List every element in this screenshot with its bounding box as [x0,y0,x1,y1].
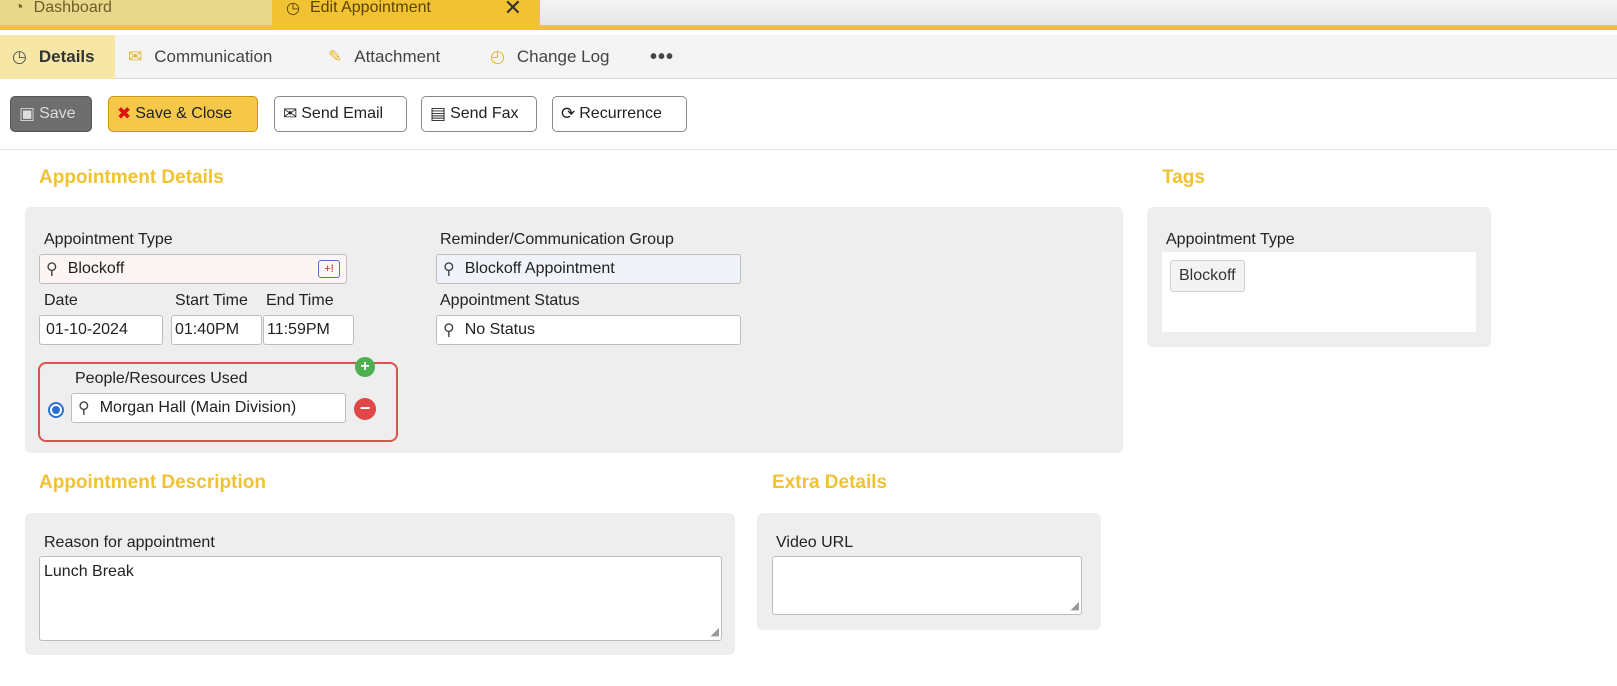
paperclip-icon: ✎ [328,47,343,66]
save-button[interactable]: ▣ Save [10,96,92,132]
appointment-type-field[interactable]: ⚲ Blockoff +! [39,254,347,284]
tab-attachment[interactable]: ✎ Attachment [328,35,440,79]
status-field[interactable]: ⚲ No Status [436,315,741,345]
resource-primary-radio[interactable] [48,402,64,418]
tab-details-label: Details [38,47,95,66]
video-url-label: Video URL [776,534,854,551]
more-tabs-button[interactable]: ••• [650,35,674,79]
resize-grip-icon[interactable]: ◢ [1071,599,1079,612]
end-time-field[interactable]: 11:59PM [263,315,354,345]
save-close-icon: ✖ [117,104,132,123]
end-time-label: End Time [266,292,334,309]
search-icon: ⚲ [46,261,58,278]
date-label: Date [44,292,78,309]
send-email-button[interactable]: ✉ Send Email [274,96,407,132]
remove-resource-icon[interactable]: − [354,398,376,420]
appointment-details-title: Appointment Details [39,167,224,188]
send-fax-button[interactable]: ▤ Send Fax [421,96,537,132]
tab-change-log-label: Change Log [516,47,610,66]
send-email-label: Send Email [301,105,384,122]
reason-textarea[interactable]: Lunch Break ◢ [39,556,722,641]
tag-blockoff[interactable]: Blockoff [1170,260,1245,292]
tab-change-log[interactable]: ◴ Change Log [490,35,609,79]
search-icon: ⚲ [78,400,90,417]
recurrence-icon: ⟳ [561,104,576,123]
add-resource-icon[interactable]: + [355,357,375,377]
start-time-value: 01:40PM [175,321,240,338]
resource-field[interactable]: ⚲ Morgan Hall (Main Division) [71,393,346,423]
start-time-field[interactable]: 01:40PM [171,315,262,345]
reason-label: Reason for appointment [44,534,215,551]
resource-value: Morgan Hall (Main Division) [99,399,297,416]
save-close-button[interactable]: ✖ Save & Close [108,96,258,132]
close-icon[interactable]: ✕ [504,0,522,21]
appointment-type-value: Blockoff [67,260,125,277]
status-value: No Status [464,321,535,338]
dashboard-icon: ◔ [14,0,24,16]
recurrence-label: Recurrence [579,105,662,122]
floppy-icon: ▣ [19,104,36,123]
reason-value: Lunch Break [44,563,134,580]
envelope-icon: ✉ [128,47,143,66]
video-url-textarea[interactable]: ◢ [772,556,1082,615]
resources-label: People/Resources Used [75,370,248,387]
reminder-group-field[interactable]: ⚲ Blockoff Appointment [436,254,741,284]
tab-dashboard[interactable]: ◔ Dashboard [0,0,272,25]
tab-dashboard-label: Dashboard [33,0,112,16]
resize-grip-icon[interactable]: ◢ [711,625,719,638]
toolbar: ▣ Save ✖ Save & Close ✉ Send Email ▤ Sen… [0,80,1617,150]
tags-appointment-type-label: Appointment Type [1166,231,1295,248]
extra-details-title: Extra Details [772,472,888,493]
tab-communication-label: Communication [154,47,273,66]
search-icon: ⚲ [443,261,455,278]
tags-title: Tags [1162,167,1205,188]
section-tab-bar: ◷ Details ✉ Communication ✎ Attachment ◴… [0,35,1617,79]
clock-icon: ◷ [12,47,27,66]
printer-icon: ▤ [430,104,447,123]
clock-icon: ◷ [286,0,300,17]
envelope-icon: ✉ [283,104,298,123]
status-label: Appointment Status [440,292,580,309]
more-icon: ••• [650,45,675,68]
add-badge-icon[interactable]: +! [318,260,340,278]
save-close-label: Save & Close [135,105,233,122]
reminder-group-value: Blockoff Appointment [464,260,615,277]
start-time-label: Start Time [175,292,248,309]
history-icon: ◴ [490,47,505,66]
date-value: 01-10-2024 [46,321,128,338]
appointment-type-label: Appointment Type [44,231,173,248]
save-label: Save [39,105,76,122]
tab-edit-appointment[interactable]: ◷ Edit Appointment ✕ [272,0,540,25]
tab-attachment-label: Attachment [354,47,441,66]
end-time-value: 11:59PM [267,321,330,338]
search-icon: ⚲ [443,322,455,339]
tab-edit-appointment-label: Edit Appointment [309,0,431,16]
window-tab-bar: ◔ Dashboard ◷ Edit Appointment ✕ [0,0,1617,30]
send-fax-label: Send Fax [450,105,519,122]
tab-communication[interactable]: ✉ Communication [128,35,272,79]
reminder-group-label: Reminder/Communication Group [440,231,674,248]
date-field[interactable]: 01-10-2024 [39,315,163,345]
tab-details[interactable]: ◷ Details [0,35,115,79]
appointment-description-title: Appointment Description [39,472,266,493]
recurrence-button[interactable]: ⟳ Recurrence [552,96,687,132]
